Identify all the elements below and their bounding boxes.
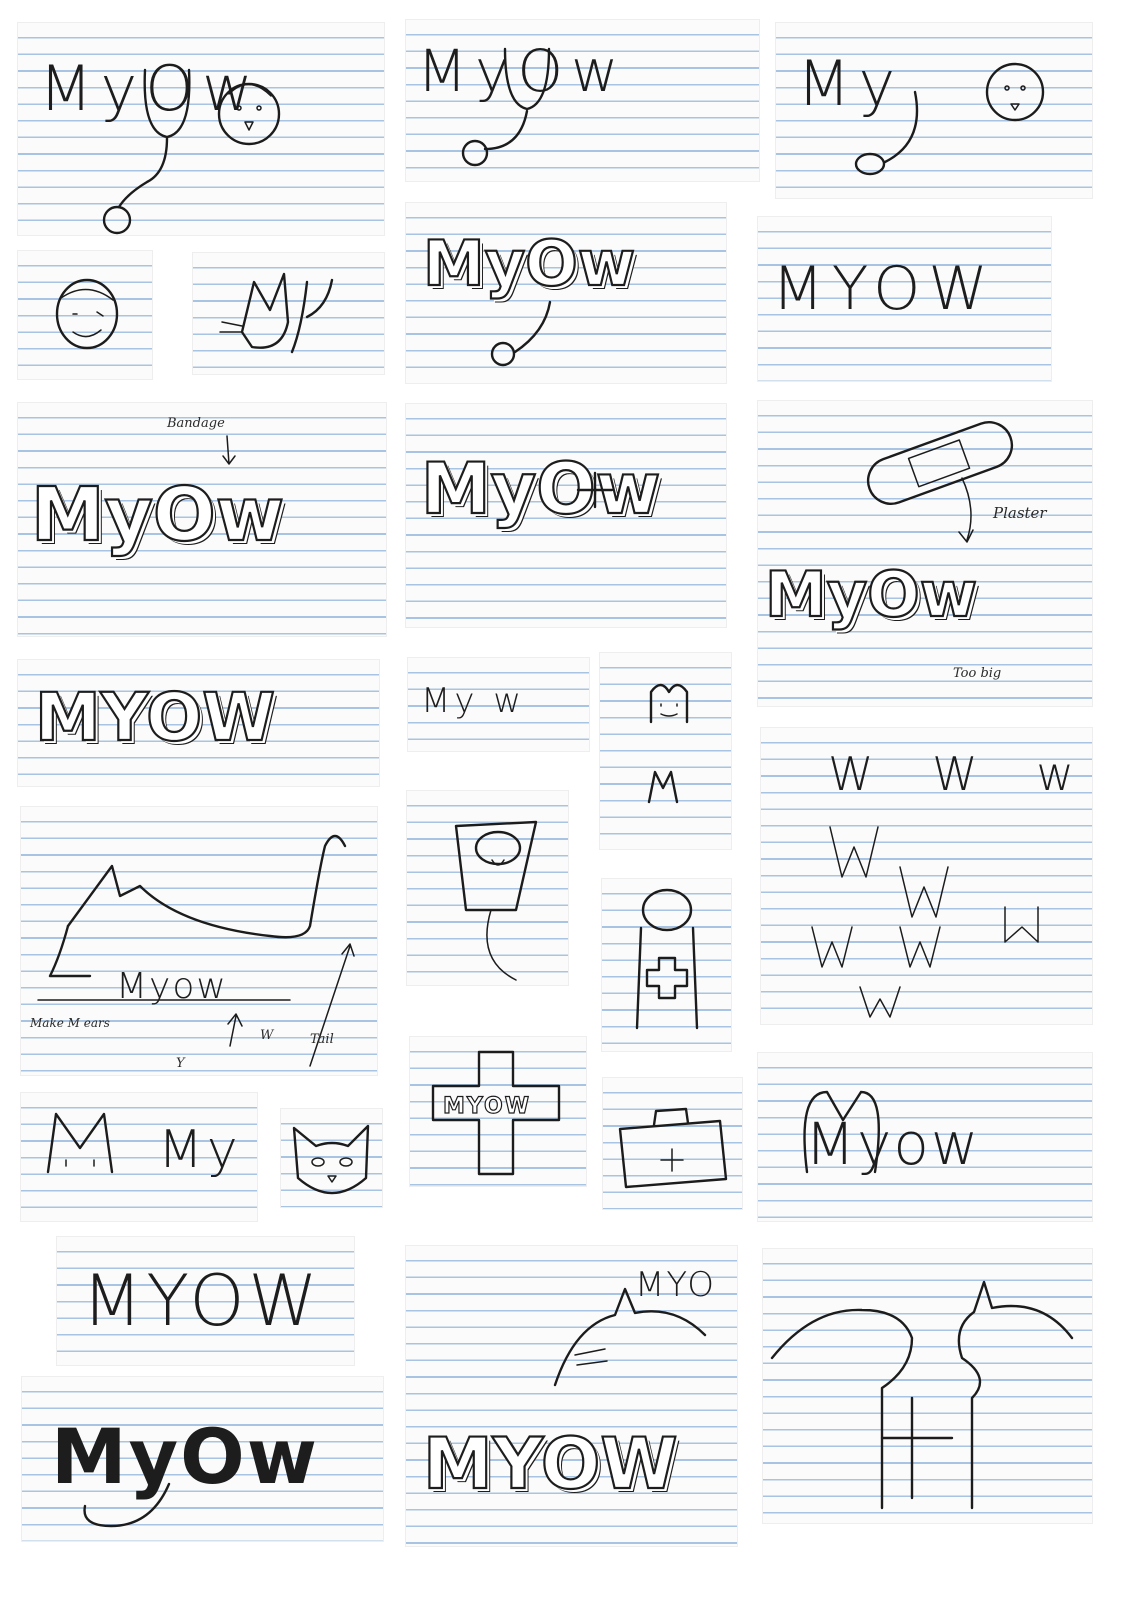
annotation-y: Y xyxy=(176,1056,185,1071)
sketch-text: My w xyxy=(421,681,526,721)
stethoscope-drawing xyxy=(461,47,551,167)
sketch-card-cat-mouse-myow: MYO MYOW xyxy=(405,1245,738,1547)
annotation-w: W xyxy=(260,1028,274,1043)
sketch-text: MYOW xyxy=(422,1422,679,1506)
sketch-text: MYOW xyxy=(442,1093,532,1119)
sketch-card-m-faces xyxy=(599,652,732,850)
dog-cone-drawing xyxy=(454,820,538,981)
sketch-card-bubble-myow-stethoscope: MyOw xyxy=(405,202,727,384)
sketch-text: MYOW xyxy=(34,678,276,757)
sketch-text-small: MYO xyxy=(635,1265,717,1305)
sketch-text: MYOW xyxy=(772,254,996,324)
sketch-card-m-ears: My xyxy=(20,1092,258,1222)
sketch-text: MYOW xyxy=(82,1260,322,1342)
plaster-drawing xyxy=(866,421,1014,543)
sketch-card-bandage-y-myow: MYOW xyxy=(757,216,1052,382)
sketch-card-cat-ears-myow-2: Myow xyxy=(757,1052,1093,1222)
cat-stethoscope-drawing xyxy=(219,272,334,354)
dog-cat-cross-drawing xyxy=(770,1280,1074,1510)
sketch-card-plain-myow: MYOW xyxy=(56,1236,355,1366)
annotation-too-big: Too big xyxy=(953,666,1002,681)
stethoscope-drawing xyxy=(83,1482,171,1528)
sketch-text: MyOw xyxy=(30,471,285,559)
w-ear-variations xyxy=(811,826,1039,1018)
sketch-card-small-myow: My w xyxy=(407,657,590,752)
m-face-icons xyxy=(647,683,689,804)
sketch-text: Myow xyxy=(116,966,228,1007)
sketch-card-cross-sign: MYOW xyxy=(409,1036,587,1187)
cat-head-icon xyxy=(292,1124,370,1195)
sketch-card-dog-cone xyxy=(406,790,569,986)
first-aid-kit-icon xyxy=(618,1107,728,1189)
sketch-card-stethoscope-myow-2: MyOw xyxy=(405,19,760,182)
sketch-card-stethoscope-y-myow: MyOw xyxy=(21,1376,384,1542)
face-icon xyxy=(217,82,281,146)
sketch-card-w-variations: W W w xyxy=(760,727,1093,1025)
sketch-card-cross-bubble: MyOw xyxy=(405,403,727,628)
sketch-text: My xyxy=(158,1120,242,1180)
sketch-text: Myow xyxy=(805,1110,981,1178)
sketch-card-dog-cat-cross xyxy=(762,1248,1093,1524)
stethoscope-drawing xyxy=(490,300,552,367)
sketch-card-stethoscope-myow: MyOw xyxy=(17,22,385,236)
sketch-card-bandage-bubble: Bandage MyOw xyxy=(17,402,387,637)
face-icon xyxy=(854,62,1045,176)
sketch-text: MyOw xyxy=(764,557,978,632)
sketch-card-cat-head xyxy=(280,1108,383,1208)
sketch-card-cat-stethoscope xyxy=(192,252,385,375)
sketch-card-dog-cross-coat xyxy=(601,878,732,1052)
sketch-card-cat-body-myew: Myow Make M ears W Tail Y xyxy=(20,806,378,1076)
bandaged-face-icon xyxy=(55,278,119,350)
cross-icon xyxy=(576,471,614,509)
annotation-make-m-ears: Make M ears xyxy=(30,1016,110,1030)
sketch-card-bandaged-face xyxy=(17,250,153,380)
annotation-tail: Tail xyxy=(310,1032,334,1047)
sketch-card-dog-myow: MYOW xyxy=(17,659,380,787)
sketch-card-first-aid-kit xyxy=(602,1077,743,1210)
dog-cross-drawing xyxy=(635,888,699,1030)
sketch-card-cat-ears-myow: My xyxy=(775,22,1093,199)
annotation-plaster: Plaster xyxy=(993,504,1047,522)
sketch-card-plaster: Plaster MyOw Too big xyxy=(757,400,1093,707)
